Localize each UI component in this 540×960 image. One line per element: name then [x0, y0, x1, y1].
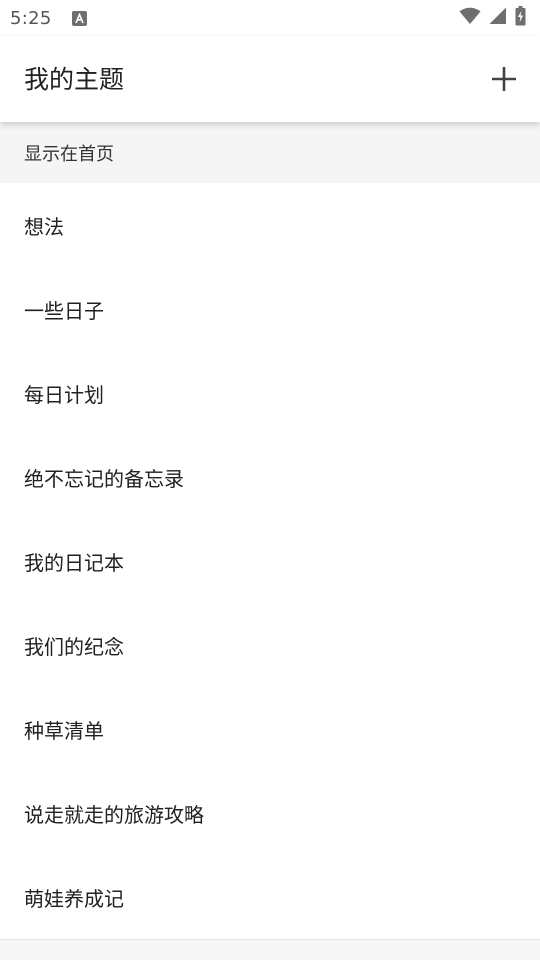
topic-label: 每日计划 [24, 382, 104, 407]
topic-label: 绝不忘记的备忘录 [24, 466, 184, 491]
topic-label: 说走就走的旅游攻略 [24, 802, 204, 827]
topic-label: 种草清单 [24, 718, 104, 743]
status-time: 5:25 [10, 7, 52, 29]
battery-charging-icon [515, 6, 526, 30]
bottom-divider [0, 939, 540, 960]
topic-label: 我的日记本 [24, 550, 124, 575]
topic-label: 想法 [24, 214, 64, 239]
list-item[interactable]: 一些日子 [0, 267, 540, 351]
list-item[interactable]: 想法 [0, 183, 540, 267]
topic-label: 我们的纪念 [24, 634, 124, 659]
list-item[interactable]: 萌娃养成记 [0, 855, 540, 939]
notification-a-icon [71, 10, 87, 26]
topic-list: 想法 一些日子 每日计划 绝不忘记的备忘录 我的日记本 我们的纪念 种草清单 说… [0, 183, 540, 939]
list-item[interactable]: 绝不忘记的备忘录 [0, 435, 540, 519]
list-item[interactable]: 每日计划 [0, 351, 540, 435]
add-topic-button[interactable] [484, 59, 524, 99]
section-header: 显示在首页 [0, 122, 540, 183]
topic-label: 一些日子 [24, 298, 104, 323]
list-item[interactable]: 我们的纪念 [0, 603, 540, 687]
list-item[interactable]: 我的日记本 [0, 519, 540, 603]
status-bar: 5:25 [0, 0, 540, 36]
list-item[interactable]: 种草清单 [0, 687, 540, 771]
screen: 5:25 我的主题 显示在首页 想法 一些日子 每日计划 绝不忘记的备忘录 我的… [0, 0, 540, 960]
page-title: 我的主题 [24, 65, 125, 94]
cellular-signal-icon [489, 7, 507, 29]
section-header-label: 显示在首页 [24, 143, 114, 165]
list-item[interactable]: 说走就走的旅游攻略 [0, 771, 540, 855]
app-bar: 我的主题 [0, 36, 540, 122]
topic-label: 萌娃养成记 [24, 886, 124, 911]
wifi-icon [459, 7, 481, 29]
add-icon [492, 67, 516, 91]
status-icons [459, 6, 526, 30]
